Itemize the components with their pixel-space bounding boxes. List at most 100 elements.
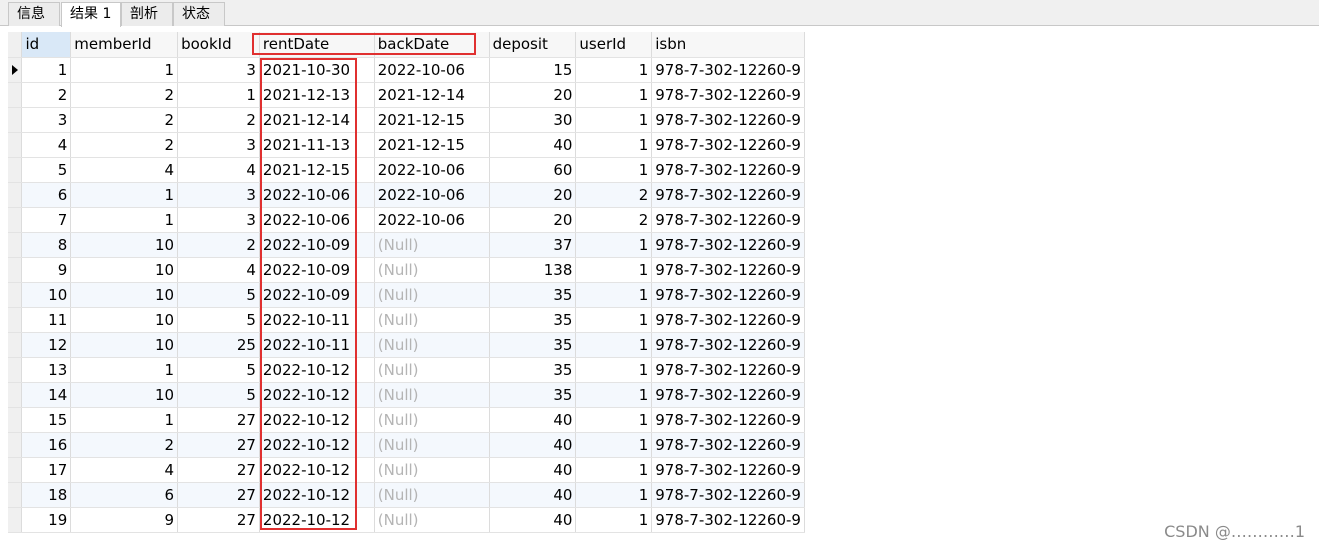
cell-bookid[interactable]: 5 <box>177 357 260 383</box>
cell-id[interactable]: 18 <box>21 482 72 508</box>
cell-deposit[interactable]: 35 <box>489 282 577 308</box>
cell-rentdate[interactable]: 2021-10-30 <box>259 57 375 83</box>
cell-rentdate[interactable]: 2022-10-12 <box>259 507 375 533</box>
cell-rentdate[interactable]: 2022-10-09 <box>259 232 375 258</box>
cell-memberid[interactable]: 1 <box>70 357 179 383</box>
cell-bookid[interactable]: 5 <box>177 307 260 333</box>
cell-bookid[interactable]: 5 <box>177 282 260 308</box>
cell-id[interactable]: 16 <box>21 432 72 458</box>
cell-backdate[interactable]: 2022-10-06 <box>374 182 490 208</box>
cell-rentdate[interactable]: 2022-10-09 <box>259 257 375 283</box>
cell-bookid[interactable]: 27 <box>177 457 260 483</box>
cell-backdate[interactable]: (Null) <box>374 482 490 508</box>
cell-rentdate[interactable]: 2022-10-06 <box>259 182 375 208</box>
cell-id[interactable]: 17 <box>21 457 72 483</box>
cell-bookid[interactable]: 27 <box>177 482 260 508</box>
cell-backdate[interactable]: 2022-10-06 <box>374 157 490 183</box>
cell-id[interactable]: 9 <box>21 257 72 283</box>
table-row[interactable]: 4 2 3 2021-11-13 2021-12-15 40 1 978-7-302-1226… <box>8 132 805 158</box>
tab-info[interactable]: 信息 <box>8 2 60 26</box>
cell-memberid[interactable]: 1 <box>70 407 179 433</box>
row-indicator[interactable] <box>8 457 23 483</box>
cell-rentdate[interactable]: 2021-12-13 <box>259 82 375 108</box>
cell-deposit[interactable]: 138 <box>489 257 577 283</box>
row-indicator[interactable] <box>8 182 23 208</box>
cell-id[interactable]: 15 <box>21 407 72 433</box>
column-header-isbn[interactable]: isbn <box>651 32 805 58</box>
cell-isbn[interactable]: 978-7-302-12260-9 <box>651 157 805 183</box>
tab-result-1[interactable]: 结果 1 <box>61 2 121 27</box>
cell-rentdate[interactable]: 2022-10-11 <box>259 332 375 358</box>
cell-userid[interactable]: 1 <box>575 82 653 108</box>
cell-userid[interactable]: 1 <box>575 457 653 483</box>
cell-backdate[interactable]: 2021-12-15 <box>374 132 490 158</box>
row-indicator[interactable] <box>8 132 23 158</box>
cell-bookid[interactable]: 3 <box>177 182 260 208</box>
cell-id[interactable]: 7 <box>21 207 72 233</box>
cell-userid[interactable]: 1 <box>575 407 653 433</box>
cell-rentdate[interactable]: 2022-10-12 <box>259 432 375 458</box>
cell-deposit[interactable]: 40 <box>489 482 577 508</box>
cell-deposit[interactable]: 30 <box>489 107 577 133</box>
table-row[interactable]: 9 10 4 2022-10-09 (Null) 138 1 978-7-302-12260-… <box>8 257 805 283</box>
cell-backdate[interactable]: (Null) <box>374 257 490 283</box>
cell-deposit[interactable]: 20 <box>489 182 577 208</box>
cell-memberid[interactable]: 1 <box>70 207 179 233</box>
cell-isbn[interactable]: 978-7-302-12260-9 <box>651 232 805 258</box>
table-row[interactable]: 10 10 5 2022-10-09 (Null) 35 1 978-7-302-12260-… <box>8 282 805 308</box>
table-row[interactable]: 2 2 1 2021-12-13 2021-12-14 20 1 978-7-302-1226… <box>8 82 805 108</box>
cell-bookid[interactable]: 1 <box>177 82 260 108</box>
cell-deposit[interactable]: 35 <box>489 307 577 333</box>
cell-userid[interactable]: 1 <box>575 107 653 133</box>
cell-memberid[interactable]: 10 <box>70 282 179 308</box>
cell-rentdate[interactable]: 2022-10-12 <box>259 382 375 408</box>
cell-memberid[interactable]: 10 <box>70 332 179 358</box>
cell-bookid[interactable]: 27 <box>177 507 260 533</box>
cell-memberid[interactable]: 2 <box>70 432 179 458</box>
cell-bookid[interactable]: 27 <box>177 432 260 458</box>
cell-isbn[interactable]: 978-7-302-12260-9 <box>651 207 805 233</box>
cell-userid[interactable]: 1 <box>575 432 653 458</box>
cell-memberid[interactable]: 6 <box>70 482 179 508</box>
table-row[interactable]: 3 2 2 2021-12-14 2021-12-15 30 1 978-7-302-1226… <box>8 107 805 133</box>
cell-memberid[interactable]: 10 <box>70 257 179 283</box>
cell-backdate[interactable]: (Null) <box>374 407 490 433</box>
cell-backdate[interactable]: 2021-12-14 <box>374 82 490 108</box>
cell-userid[interactable]: 1 <box>575 282 653 308</box>
cell-id[interactable]: 6 <box>21 182 72 208</box>
cell-bookid[interactable]: 3 <box>177 132 260 158</box>
row-indicator[interactable] <box>8 282 23 308</box>
cell-isbn[interactable]: 978-7-302-12260-9 <box>651 507 805 533</box>
cell-id[interactable]: 1 <box>21 57 72 83</box>
tab-status[interactable]: 状态 <box>173 2 225 26</box>
cell-id[interactable]: 10 <box>21 282 72 308</box>
row-indicator[interactable] <box>8 332 23 358</box>
row-indicator[interactable] <box>8 107 23 133</box>
cell-deposit[interactable]: 40 <box>489 457 577 483</box>
cell-userid[interactable]: 2 <box>575 182 653 208</box>
cell-rentdate[interactable]: 2021-11-13 <box>259 132 375 158</box>
column-header-deposit[interactable]: deposit <box>489 32 577 58</box>
table-row[interactable]: 14 10 5 2022-10-12 (Null) 35 1 978-7-302-12260-… <box>8 382 805 408</box>
row-indicator[interactable] <box>8 157 23 183</box>
cell-deposit[interactable]: 60 <box>489 157 577 183</box>
cell-id[interactable]: 4 <box>21 132 72 158</box>
cell-userid[interactable]: 1 <box>575 507 653 533</box>
cell-id[interactable]: 5 <box>21 157 72 183</box>
cell-bookid[interactable]: 25 <box>177 332 260 358</box>
table-row[interactable]: 7 1 3 2022-10-06 2022-10-06 20 2 978-7-302-1226… <box>8 207 805 233</box>
cell-backdate[interactable]: 2022-10-06 <box>374 207 490 233</box>
cell-isbn[interactable]: 978-7-302-12260-9 <box>651 257 805 283</box>
cell-isbn[interactable]: 978-7-302-12260-9 <box>651 182 805 208</box>
row-indicator[interactable] <box>8 407 23 433</box>
cell-isbn[interactable]: 978-7-302-12260-9 <box>651 282 805 308</box>
row-indicator[interactable] <box>8 382 23 408</box>
cell-memberid[interactable]: 2 <box>70 82 179 108</box>
tab-profile[interactable]: 剖析 <box>121 2 173 26</box>
cell-memberid[interactable]: 1 <box>70 182 179 208</box>
row-indicator[interactable] <box>8 82 23 108</box>
cell-id[interactable]: 19 <box>21 507 72 533</box>
cell-backdate[interactable]: (Null) <box>374 382 490 408</box>
cell-isbn[interactable]: 978-7-302-12260-9 <box>651 482 805 508</box>
cell-deposit[interactable]: 20 <box>489 82 577 108</box>
